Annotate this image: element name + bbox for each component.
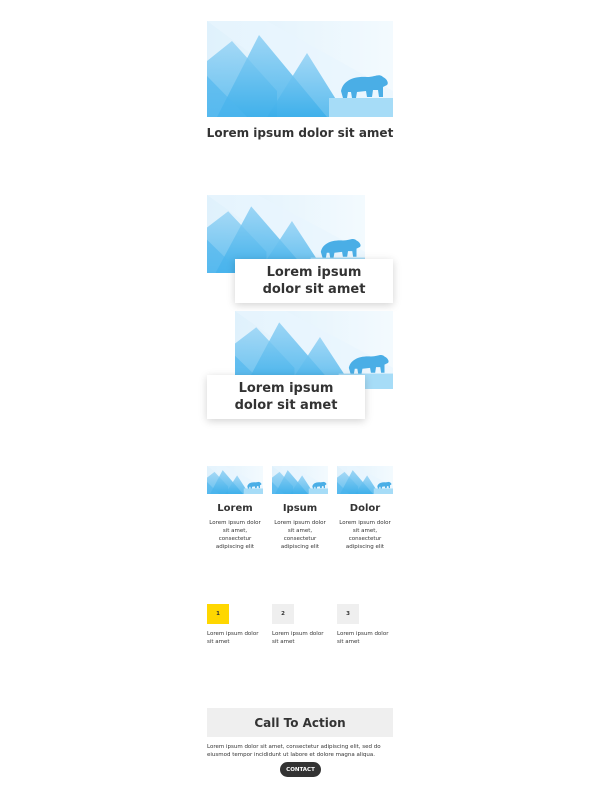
step-text-3: Lorem ipsum dolor sit amet — [337, 631, 389, 645]
column-title-2: Ipsum — [282, 503, 318, 514]
column-text-1: Lorem ipsum dolor sit amet, consectetur … — [209, 520, 261, 550]
step-text-1: Lorem ipsum dolor sit amet — [207, 631, 259, 645]
contact-button[interactable]: CONTACT — [280, 762, 321, 777]
column-text-3: Lorem ipsum dolor sit amet, consectetur … — [339, 520, 391, 550]
column-title-3: Dolor — [349, 503, 381, 514]
column-image-2 — [272, 466, 328, 494]
mountain-bear-illustration — [207, 21, 393, 117]
step-number-1: 1 — [207, 604, 229, 624]
mountain-bear-illustration — [337, 466, 393, 494]
step-number-3: 3 — [337, 604, 359, 624]
column-image-3 — [337, 466, 393, 494]
column-image-1 — [207, 466, 263, 494]
hero-image-large — [207, 21, 393, 117]
cta-description: Lorem ipsum dolor sit amet, consectetur … — [207, 744, 381, 758]
column-title-1: Lorem — [217, 503, 253, 514]
mountain-bear-illustration — [272, 466, 328, 494]
cta-heading: Call To Action — [207, 708, 393, 737]
section1-title: Lorem ipsum dolor sit amet — [206, 126, 394, 140]
overlap-card-1: Lorem ipsum dolor sit amet — [235, 259, 393, 303]
step-text-2: Lorem ipsum dolor sit amet — [272, 631, 324, 645]
step-number-2: 2 — [272, 604, 294, 624]
overlap-card-2: Lorem ipsum dolor sit amet — [207, 375, 365, 419]
mountain-bear-illustration — [207, 466, 263, 494]
column-text-2: Lorem ipsum dolor sit amet, consectetur … — [274, 520, 326, 550]
